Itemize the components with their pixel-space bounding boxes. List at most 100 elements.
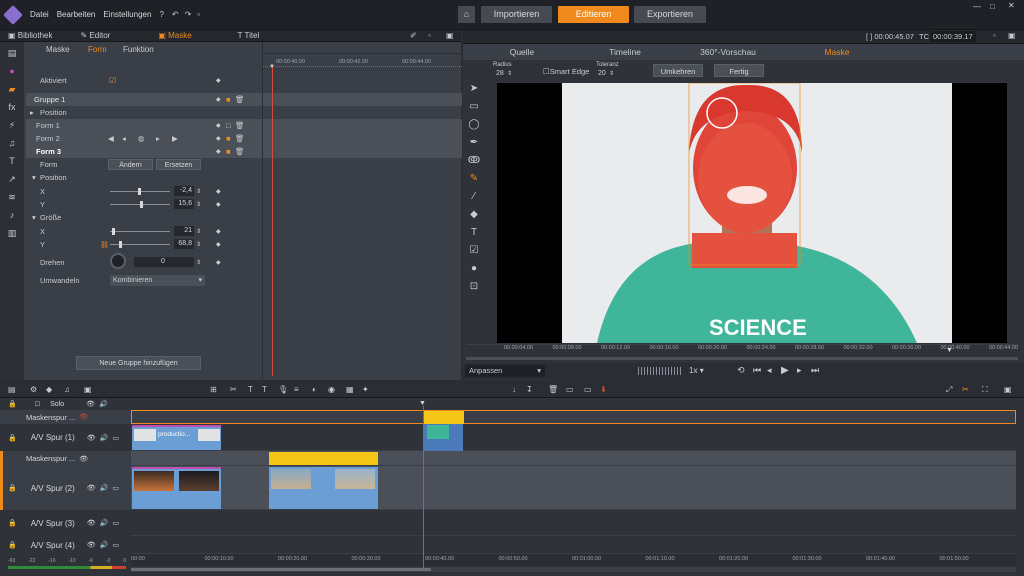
float-icon[interactable]: ▫ <box>428 31 431 40</box>
layers-icon[interactable]: ≋ <box>5 190 19 204</box>
mask-clip[interactable] <box>424 411 464 424</box>
pin-icon[interactable]: ✐ <box>410 31 417 40</box>
speaker-icon[interactable]: 🔊 <box>100 519 109 527</box>
storyboard-icon[interactable]: ▤ <box>8 385 16 394</box>
loop-icon[interactable]: ⟲ <box>737 365 745 376</box>
video-clip[interactable]: productio... <box>132 425 221 450</box>
pos-y-value[interactable]: 15,6 <box>174 199 194 209</box>
timeline-playhead[interactable] <box>423 406 424 568</box>
brightness-icon[interactable]: ◐ <box>312 385 317 394</box>
brush-icon[interactable]: ✎ <box>463 170 485 188</box>
tab-source[interactable]: Quelle <box>498 45 546 59</box>
subtab-form[interactable]: Form <box>88 45 107 54</box>
video-preview[interactable]: SCIENCE <box>497 82 1007 343</box>
track-mask2[interactable] <box>131 451 1016 466</box>
prev-keyframe-icon[interactable]: ◀ <box>108 134 114 143</box>
audio-mixer-icon[interactable]: ♫ <box>64 385 70 394</box>
menu-edit[interactable]: Bearbeiten <box>57 10 96 19</box>
track-av1[interactable]: productio... <box>131 424 1016 451</box>
replace-button[interactable]: Ersetzen <box>156 159 201 170</box>
collapse-icon[interactable]: ▾ <box>32 213 36 222</box>
keyframe-icon[interactable]: ◆ <box>216 259 221 266</box>
eraser-icon[interactable]: ◍ <box>138 134 145 143</box>
color-swatch-icon[interactable]: ■ <box>226 134 231 143</box>
lock-icon[interactable]: 🔒 <box>8 484 17 492</box>
timecode-readout[interactable]: 00:00:39.17 <box>930 31 976 42</box>
film-icon[interactable]: ▥ <box>5 226 19 240</box>
tab-library[interactable]: ▣ Bibliothek <box>8 31 52 40</box>
home-button[interactable]: ⌂ <box>458 6 475 23</box>
scrub-bar[interactable]: 00:00:04.00 00:00:08.00 00:00:12.00 00:00:1… <box>466 344 1018 362</box>
panel-maximize-icon[interactable]: ▣ <box>1004 385 1012 394</box>
monitor-icon[interactable]: ▭ <box>112 541 119 549</box>
position-subgroup-row[interactable]: ▾ Position <box>26 171 262 184</box>
next-icon[interactable]: ▸ <box>156 134 160 143</box>
video-clip[interactable] <box>423 424 463 451</box>
rectangle-icon[interactable]: ▭ <box>463 98 485 116</box>
speaker-icon[interactable]: 🔊 <box>100 434 109 442</box>
prev-icon[interactable]: ◂ <box>122 134 126 143</box>
title-icon[interactable]: T <box>248 385 253 394</box>
next-keyframe-icon[interactable]: ▶ <box>172 134 178 143</box>
effects-icon[interactable]: ✦ <box>362 385 369 394</box>
scrub-playhead-icon[interactable]: ▼ <box>946 347 953 354</box>
timeline-ruler[interactable]: 00:00 00:00:10.00 00:00:20.00 00:00:30.00 00… <box>131 554 1016 566</box>
eye-icon[interactable]: 👁 <box>87 541 96 549</box>
subtab-function[interactable]: Funktion <box>123 45 154 54</box>
track-header-av1[interactable]: 🔒 A/V Spur (1) 👁 🔊 ▭ <box>0 424 131 451</box>
keyframe-icon[interactable]: ◆ <box>216 77 221 84</box>
razor-icon[interactable]: ✂ <box>230 385 237 394</box>
subtab-mask[interactable]: Maske <box>46 45 70 54</box>
record-marker-icon[interactable]: ⬇ <box>600 385 607 394</box>
delete-icon[interactable]: 🗑 <box>235 134 245 143</box>
paste-icon[interactable]: ▭ <box>584 385 592 394</box>
multicam-icon[interactable]: ▦ <box>346 385 354 394</box>
tolerance-value[interactable]: 20 <box>598 70 606 77</box>
spinner-icon[interactable]: ⇕ <box>196 188 201 195</box>
size-x-value[interactable]: 21 <box>174 226 194 236</box>
playhead[interactable] <box>272 66 273 376</box>
position-group-row[interactable]: ▸ Position <box>26 106 262 119</box>
fit-icon[interactable]: ⊡ <box>463 278 485 296</box>
close-icon[interactable]: ✕ <box>1008 1 1015 10</box>
keyframe-icon[interactable]: ◆ <box>216 228 221 235</box>
mic-icon[interactable]: 🎙 <box>278 385 288 394</box>
form3-row[interactable]: Form 3 ◆ ■ 🗑 <box>26 145 262 158</box>
mask-clip[interactable] <box>269 452 378 465</box>
color-swatch-icon[interactable]: □ <box>226 121 231 130</box>
copy-icon[interactable]: ▭ <box>566 385 574 394</box>
lock-icon[interactable]: 🔒 <box>8 541 17 549</box>
export-tab[interactable]: Exportieren <box>634 6 706 23</box>
audio-icon[interactable]: ♪ <box>5 208 19 222</box>
skip-end-icon[interactable]: ⏭ <box>811 365 819 376</box>
color-wheel-icon[interactable]: ◉ <box>328 385 335 394</box>
track-header-mask1[interactable]: Maskenspur ... 👁 <box>0 410 131 424</box>
shapes-icon[interactable]: ● <box>463 260 485 278</box>
invert-button[interactable]: Umkehren <box>653 64 703 77</box>
track-header-av4[interactable]: 🔒 A/V Spur (4) 👁 🔊 ▭ <box>0 536 131 554</box>
spinner-icon[interactable]: ⇕ <box>196 259 201 266</box>
step-back-icon[interactable]: ◂ <box>767 365 772 376</box>
speaker-icon[interactable]: 🔊 <box>99 400 108 408</box>
panel-maximize-icon[interactable]: ▣ <box>446 31 454 40</box>
delete-icon[interactable]: 🗑 <box>235 147 245 156</box>
play-icon[interactable]: ▶ <box>781 365 789 376</box>
keyframe-icon[interactable]: ◆ <box>216 148 221 155</box>
keyframe-area[interactable]: 00:00:40.00 00:00:42.00 00:00:44.00 ▼ <box>262 42 462 380</box>
lasso-icon[interactable]: ↂ <box>463 152 485 170</box>
check-icon[interactable]: ☑ <box>463 242 485 260</box>
group1-row[interactable]: Gruppe 1 ◆ ■ 🗑 <box>26 93 262 106</box>
edit-tab[interactable]: Editieren <box>558 6 629 23</box>
spinner-icon[interactable]: ⇕ <box>507 70 512 77</box>
text-tool-icon[interactable]: T <box>463 224 485 242</box>
expand-icon[interactable]: ▸ <box>30 108 34 117</box>
color-icon[interactable]: ● <box>5 64 19 78</box>
fx-folder-icon[interactable]: ▰ <box>5 82 19 96</box>
tab-mask-preview[interactable]: Maske <box>813 45 861 59</box>
monitor-icon[interactable]: ▭ <box>112 519 119 527</box>
tab-timeline[interactable]: Timeline <box>601 45 649 59</box>
keyframe-icon[interactable]: ◆ <box>216 188 221 195</box>
menu-file[interactable]: Datei <box>30 10 49 19</box>
media-icon[interactable]: ▤ <box>5 46 19 60</box>
change-button[interactable]: Ändern <box>108 159 153 170</box>
